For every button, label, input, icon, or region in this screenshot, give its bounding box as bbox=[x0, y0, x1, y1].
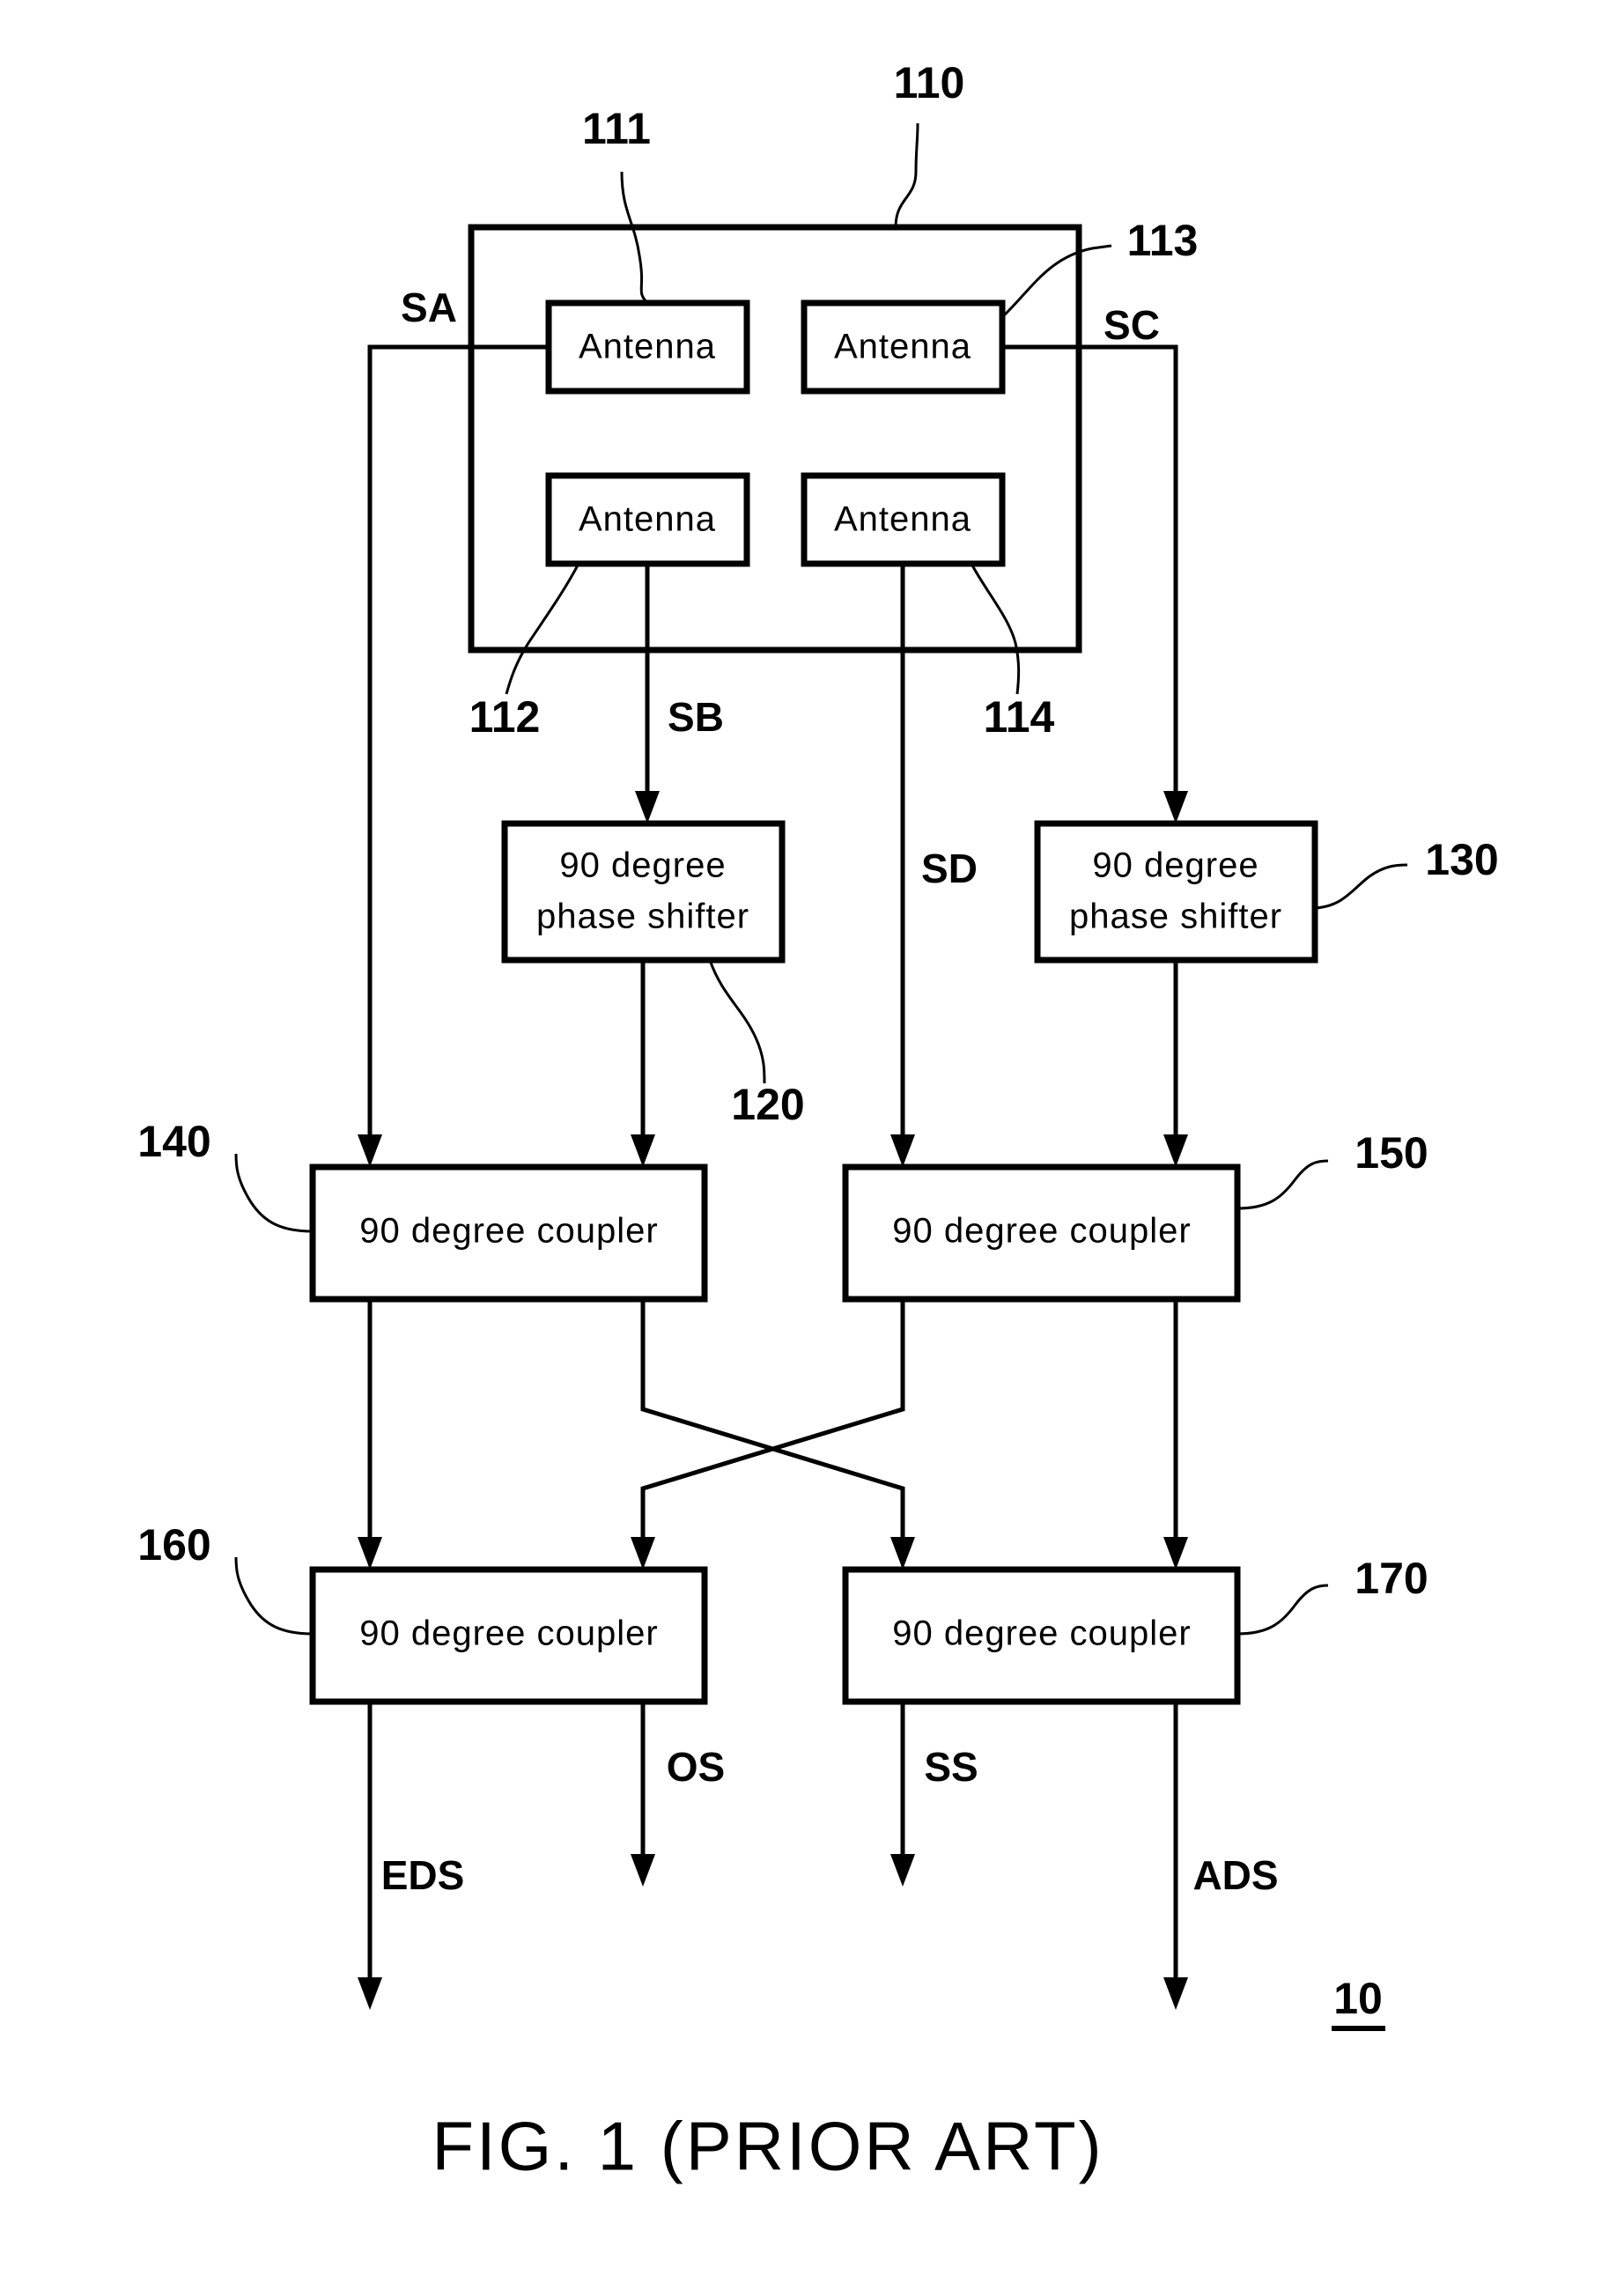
ref-number-113: 113 bbox=[1127, 216, 1199, 265]
coupler-160-label: 90 degree coupler bbox=[359, 1614, 658, 1653]
signal-label-sd: SD bbox=[921, 846, 978, 891]
leader-160 bbox=[234, 1556, 314, 1636]
ref-number-system-10: 10 bbox=[1333, 1974, 1383, 2023]
leader-110 bbox=[894, 122, 919, 228]
antenna-111-label: Antenna bbox=[579, 328, 716, 366]
ref-number-160: 160 bbox=[137, 1520, 210, 1570]
signal-label-ss: SS bbox=[924, 1744, 978, 1790]
arrowhead-160-right-in bbox=[631, 1537, 655, 1570]
phase-shifter-120-box bbox=[501, 820, 786, 964]
leader-120 bbox=[708, 959, 766, 1084]
arrowhead-sd bbox=[890, 1134, 915, 1167]
coupler-150-label: 90 degree coupler bbox=[892, 1212, 1191, 1251]
ref-number-120: 120 bbox=[731, 1080, 804, 1129]
antenna-module-box bbox=[468, 224, 1082, 654]
ref-number-111: 111 bbox=[582, 104, 651, 153]
arrowhead-ps130-out bbox=[1163, 1134, 1188, 1167]
arrowhead-sa bbox=[358, 1134, 382, 1167]
ref-number-114: 114 bbox=[984, 692, 1055, 742]
patent-figure-page: Antenna Antenna Antenna Antenna 111 110 … bbox=[0, 0, 1624, 2290]
coupler-170-label: 90 degree coupler bbox=[892, 1614, 1191, 1653]
arrowhead-170-right-in bbox=[1163, 1537, 1188, 1570]
antenna-112-label: Antenna bbox=[579, 500, 716, 539]
phase-shifter-120-line1: 90 degree bbox=[559, 846, 726, 885]
coupler-140-label: 90 degree coupler bbox=[359, 1212, 658, 1251]
ref-number-140: 140 bbox=[137, 1117, 210, 1166]
antenna-114-label: Antenna bbox=[834, 500, 971, 539]
figure-diagram: Antenna Antenna Antenna Antenna 111 110 … bbox=[137, 58, 1498, 2185]
phase-shifter-130-line1: 90 degree bbox=[1092, 846, 1259, 885]
antenna-113-label: Antenna bbox=[834, 328, 971, 366]
arrowhead-sb bbox=[635, 791, 660, 824]
signal-label-os: OS bbox=[667, 1744, 725, 1790]
arrowhead-eds bbox=[358, 1977, 382, 2010]
arrowhead-ss bbox=[890, 1854, 915, 1887]
signal-label-sc: SC bbox=[1104, 302, 1160, 348]
signal-label-sa: SA bbox=[401, 284, 457, 330]
leader-130 bbox=[1314, 863, 1408, 910]
arrowhead-sc bbox=[1163, 791, 1188, 824]
figure-caption: FIG. 1 (PRIOR ART) bbox=[432, 2108, 1104, 2185]
arrowhead-170-left-in bbox=[890, 1537, 915, 1570]
phase-shifter-120-line2: phase shifter bbox=[536, 898, 749, 936]
phase-shifter-130-box bbox=[1034, 820, 1318, 964]
arrowhead-160-left-in bbox=[358, 1537, 382, 1570]
leader-140 bbox=[234, 1153, 314, 1233]
ref-number-112: 112 bbox=[469, 692, 541, 742]
leader-150 bbox=[1236, 1159, 1329, 1210]
ref-number-170: 170 bbox=[1355, 1554, 1428, 1603]
ref-number-110: 110 bbox=[894, 58, 965, 107]
arrowhead-ps120-out bbox=[631, 1134, 655, 1167]
arrowhead-os bbox=[631, 1854, 655, 1887]
leader-170 bbox=[1236, 1584, 1329, 1636]
ref-number-130: 130 bbox=[1425, 835, 1498, 884]
phase-shifter-130-line2: phase shifter bbox=[1069, 898, 1282, 936]
signal-label-eds: EDS bbox=[381, 1852, 465, 1898]
signal-label-ads: ADS bbox=[1192, 1852, 1278, 1898]
signal-label-sb: SB bbox=[668, 694, 724, 740]
arrowhead-ads bbox=[1163, 1977, 1188, 2010]
ref-number-150: 150 bbox=[1355, 1128, 1428, 1178]
